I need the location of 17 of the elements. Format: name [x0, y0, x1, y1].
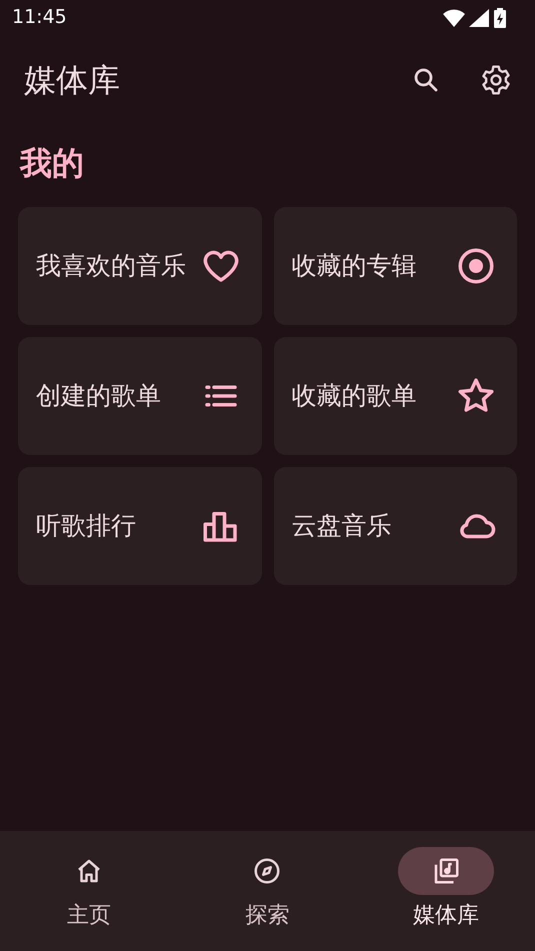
- library-card[interactable]: 云盘音乐: [274, 467, 517, 585]
- library-card[interactable]: 创建的歌单: [18, 337, 262, 455]
- compass-icon: [252, 856, 282, 886]
- page-title: 媒体库: [24, 60, 120, 101]
- status-time: 11:45: [12, 5, 67, 30]
- library-card[interactable]: 收藏的专辑: [274, 207, 517, 325]
- section-title: 我的: [18, 143, 85, 184]
- gear-icon: [480, 64, 512, 96]
- nav-tab[interactable]: 探索: [178, 831, 357, 951]
- wifi-icon: [443, 8, 465, 26]
- signal-icon: [469, 8, 489, 26]
- library-card[interactable]: 听歌排行: [18, 467, 262, 585]
- nav-tab[interactable]: 媒体库: [356, 831, 535, 951]
- nav-tab[interactable]: 主页: [0, 831, 178, 951]
- battery-icon: [493, 8, 507, 28]
- library-card[interactable]: 我喜欢的音乐: [18, 207, 262, 325]
- library-card[interactable]: 收藏的歌单: [274, 337, 517, 455]
